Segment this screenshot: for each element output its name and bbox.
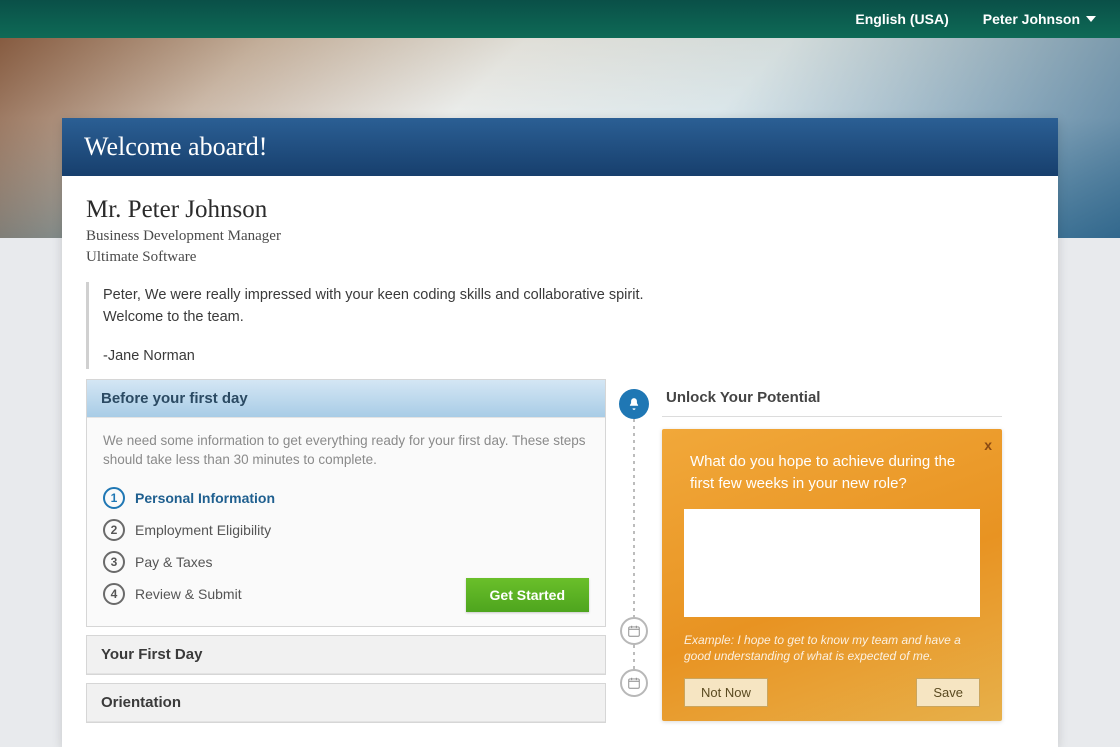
section-description: We need some information to get everythi… [103, 432, 589, 470]
top-bar: English (USA) Peter Johnson [0, 0, 1120, 38]
section-orientation[interactable]: Orientation [86, 683, 606, 723]
onboarding-step[interactable]: 2 Employment Eligibility [103, 514, 589, 546]
welcome-card: Welcome aboard! Mr. Peter Johnson Busine… [62, 118, 1058, 747]
goal-textarea[interactable] [684, 509, 980, 617]
section-header: Orientation [87, 684, 605, 722]
employee-name: Mr. Peter Johnson [86, 196, 1034, 224]
goal-hint: Example: I hope to get to know my team a… [684, 632, 980, 664]
not-now-button[interactable]: Not Now [684, 678, 768, 707]
save-button[interactable]: Save [916, 678, 980, 707]
section-your-first-day[interactable]: Your First Day [86, 635, 606, 675]
employee-role: Business Development Manager [86, 228, 1034, 245]
step-label: Employment Eligibility [135, 522, 271, 538]
welcome-message-line: Welcome to the team. [103, 306, 726, 328]
bell-icon [619, 389, 649, 419]
step-number: 1 [103, 487, 125, 509]
step-label: Pay & Taxes [135, 554, 213, 570]
language-selector[interactable]: English (USA) [855, 11, 948, 27]
close-icon[interactable]: x [984, 437, 992, 453]
welcome-message-line: Peter, We were really impressed with you… [103, 284, 726, 306]
step-number: 2 [103, 519, 125, 541]
timeline [606, 379, 662, 697]
step-number: 3 [103, 551, 125, 573]
user-menu[interactable]: Peter Johnson [983, 11, 1096, 27]
welcome-signature: -Jane Norman [103, 345, 726, 367]
section-header[interactable]: Before your first day [87, 380, 605, 418]
goal-card: x What do you hope to achieve during the… [662, 429, 1002, 721]
goal-question: What do you hope to achieve during the f… [684, 451, 980, 495]
onboarding-step[interactable]: 3 Pay & Taxes [103, 546, 589, 578]
user-name-label: Peter Johnson [983, 11, 1080, 27]
chevron-down-icon [1086, 16, 1096, 22]
calendar-icon [620, 617, 648, 645]
section-header: Your First Day [87, 636, 605, 674]
step-label: Review & Submit [135, 586, 242, 602]
step-label: Personal Information [135, 490, 275, 506]
step-number: 4 [103, 583, 125, 605]
calendar-icon [620, 669, 648, 697]
employee-company: Ultimate Software [86, 249, 1034, 266]
card-title: Welcome aboard! [62, 118, 1058, 176]
welcome-message: Peter, We were really impressed with you… [86, 282, 726, 369]
get-started-button[interactable]: Get Started [466, 578, 589, 612]
section-before-first-day: Before your first day We need some infor… [86, 379, 606, 627]
onboarding-step[interactable]: 1 Personal Information [103, 482, 589, 514]
widget-title: Unlock Your Potential [662, 379, 1002, 417]
